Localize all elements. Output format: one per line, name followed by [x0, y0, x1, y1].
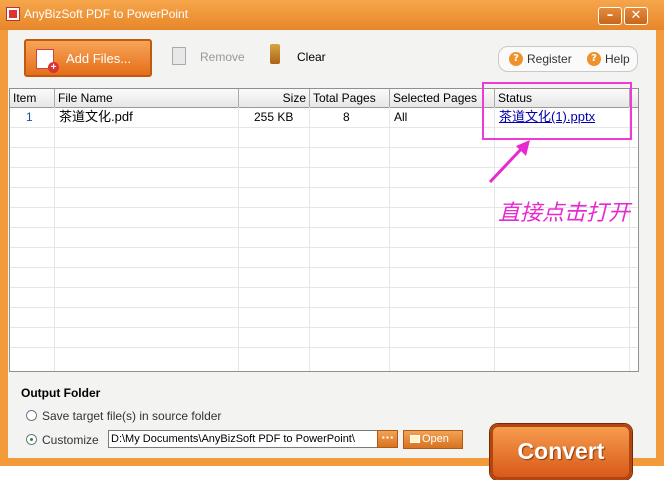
- annotation-text: 直接点击打开: [498, 201, 631, 226]
- grid-divider: [10, 167, 638, 168]
- remove-label: Remove: [200, 50, 245, 64]
- help-link[interactable]: Help: [605, 52, 630, 66]
- row-file-name: 茶道文化.pdf: [59, 109, 133, 124]
- add-files-label: Add Files...: [66, 51, 132, 66]
- open-label: Open: [422, 433, 449, 445]
- grid-divider: [10, 287, 638, 288]
- col-size[interactable]: Size: [239, 89, 310, 107]
- grid-divider: [10, 147, 638, 148]
- toolbar: Add Files... Remove Clear ? Register ? H…: [8, 30, 656, 88]
- title-bar[interactable]: AnyBizSoft PDF to PowerPoint – ✕: [0, 0, 664, 30]
- close-button[interactable]: ✕: [624, 7, 648, 25]
- help-register-box: ? Register ? Help: [498, 46, 638, 72]
- row-size: 255 KB: [254, 110, 294, 124]
- app-icon: [6, 7, 20, 21]
- output-folder-title: Output Folder: [21, 386, 101, 400]
- browse-button[interactable]: ···: [377, 430, 398, 448]
- trash-icon: [172, 47, 186, 65]
- row-total-pages: 8: [343, 110, 350, 124]
- col-total-pages[interactable]: Total Pages: [310, 89, 390, 107]
- output-folder-panel: Output Folder Save target file(s) in sou…: [8, 374, 656, 480]
- window-title: AnyBizSoft PDF to PowerPoint: [24, 7, 189, 21]
- grid-divider: [10, 327, 638, 328]
- grid-divider: [10, 227, 638, 228]
- col-selected-pages[interactable]: Selected Pages: [390, 89, 495, 107]
- clear-label: Clear: [297, 50, 326, 64]
- highlight-box: [482, 82, 632, 140]
- output-path-field[interactable]: D:\My Documents\AnyBizSoft PDF to PowerP…: [108, 430, 378, 448]
- col-item[interactable]: Item: [10, 89, 55, 107]
- convert-button[interactable]: Convert: [490, 424, 632, 480]
- broom-icon: [270, 44, 280, 64]
- radio-customize-label[interactable]: Customize: [42, 433, 99, 447]
- grid-divider: [10, 267, 638, 268]
- add-file-icon: [36, 49, 59, 73]
- app-window: AnyBizSoft PDF to PowerPoint – ✕ Add Fil…: [0, 0, 664, 480]
- register-link[interactable]: Register: [527, 52, 572, 66]
- add-files-button[interactable]: Add Files...: [24, 39, 152, 77]
- register-icon[interactable]: ?: [509, 52, 523, 66]
- col-file-name[interactable]: File Name: [55, 89, 239, 107]
- grid-divider: [10, 307, 638, 308]
- radio-customize[interactable]: [26, 434, 37, 445]
- grid-divider: [10, 247, 638, 248]
- minimize-button[interactable]: –: [598, 7, 622, 25]
- row-item: 1: [26, 110, 33, 124]
- arrow-icon: [488, 140, 530, 184]
- radio-source-label[interactable]: Save target file(s) in source folder: [42, 409, 221, 423]
- help-icon[interactable]: ?: [587, 52, 601, 66]
- grid-divider: [10, 187, 638, 188]
- open-folder-button[interactable]: Open: [403, 430, 463, 449]
- client-area: Add Files... Remove Clear ? Register ? H…: [8, 30, 656, 480]
- grid-divider: [10, 347, 638, 348]
- row-selected-pages: All: [394, 110, 408, 124]
- radio-source-folder[interactable]: [26, 410, 37, 421]
- folder-icon: [410, 435, 420, 443]
